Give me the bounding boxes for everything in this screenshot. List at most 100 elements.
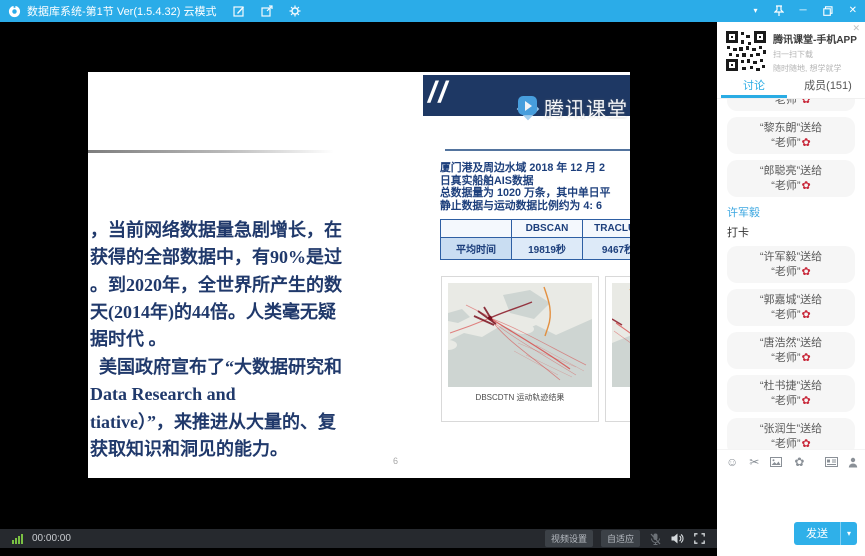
chat-message-text: 打卡 [727,226,855,240]
pin-icon[interactable] [774,5,784,17]
trajectory-map-box-2 [605,276,630,422]
gift-sender-line: “郭嘉城”送给 [731,293,851,308]
gift-message-bubble: “老师”✿ [727,99,855,111]
sidebar-tabs: 讨论 成员(151) [717,76,865,99]
member-card-icon[interactable] [825,457,838,467]
gift-recipient-line: “老师”✿ [731,308,851,323]
titlebar-dropdown-caret-icon[interactable]: ▾ [754,0,758,22]
gift-sender-line: “唐浩然”送给 [731,336,851,351]
tencent-classroom-logo-icon [516,95,541,120]
auto-fit-button[interactable]: 自适应 [601,530,640,547]
gift-recipient-text: “老师” [771,99,800,106]
speaker-icon[interactable] [671,533,684,544]
map-caption: DBSCDTN 运动轨迹结果 [442,392,598,403]
slide-text-line: 美国政府宣布了“大数据研究和 [90,354,440,381]
promo-subtitle-1: 扫一扫下载 [773,49,857,60]
ais-text-line: 厦门港及周边水域 2018 年 12 月 2 [440,162,630,175]
gift-message-bubble: “郎聪亮”送给“老师”✿ [727,160,855,197]
rose-icon: ✿ [802,395,811,407]
gift-message-bubble: “张润生”送给“老师”✿ [727,418,855,449]
gift-recipient-line: “老师”✿ [731,437,851,449]
send-button[interactable]: 发送 [794,522,840,545]
slide-text-lines: ，当前网络数据量急剧增长，在获得的全部数据中，有90%是过。到2020年，全世界… [90,217,440,464]
settings-gear-icon[interactable] [289,5,301,17]
gift-sender-line: “黎东朗”送给 [731,121,851,136]
trajectory-map-box-1: DBSCDTN 运动轨迹结果 [441,276,599,422]
video-settings-button[interactable]: 视频设置 [545,530,593,547]
emoji-icon[interactable]: ☺ [726,456,738,468]
promo-title: 腾讯课堂-手机APP [773,31,857,46]
send-options-caret-icon[interactable]: ▾ [840,522,857,545]
app-window: 数据库系统-第1节 Ver(1.5.4.32) 云模式 ▾ ─ ✕ // [0,0,865,556]
qr-code-image [725,30,767,72]
maximize-button[interactable] [823,6,833,16]
gift-sender-line: “许军毅”送给 [731,250,851,265]
table-row: 平均时间19819秒9467秒 [441,238,631,260]
promo-subtitle-2: 随时随地, 想学就学 [773,63,857,74]
presentation-slide: // 腾讯课堂 ，当前网络数据量急剧增长，在获得的全部数据中，有90%是过。到2… [88,72,630,478]
close-button[interactable]: ✕ [849,0,857,22]
network-signal-icon [12,534,24,544]
gift-sender-line: “张润生”送给 [731,422,851,437]
sidebar: 腾讯课堂-手机APP 扫一扫下载 随时随地, 想学就学 ✕ 讨论 成员(151)… [717,22,865,556]
share-icon[interactable] [261,5,273,17]
rose-icon: ✿ [802,137,811,149]
gift-recipient-text: “老师” [771,438,800,449]
rose-icon: ✿ [802,309,811,321]
chat-message-plain: 许军毅打卡 [727,206,855,240]
gift-recipient-line: “老师”✿ [731,351,851,366]
minimize-button[interactable]: ─ [800,0,807,22]
promo-close-icon[interactable]: ✕ [852,23,860,34]
chat-input[interactable] [717,474,865,518]
tab-discussion[interactable]: 讨论 [717,76,791,98]
rose-icon: ✿ [802,180,811,192]
edit-note-icon[interactable] [233,5,245,17]
app-promo: 腾讯课堂-手机APP 扫一扫下载 随时随地, 想学就学 ✕ [717,22,865,76]
player-control-bar: 00:00:00 视频设置 自适应 [0,529,717,548]
table-cell: 平均时间 [441,238,512,260]
table-cell: 19819秒 [512,238,583,260]
chat-sender-name: 许军毅 [727,206,855,220]
image-upload-icon[interactable] [770,457,782,467]
gift-sender-line: “杜书捷”送给 [731,379,851,394]
table-header-cell: DBSCAN [512,220,583,238]
app-logo-icon [8,5,21,18]
ais-text-line: 日真实船舶AIS数据 [440,175,630,188]
send-row: 发送 ▾ [717,518,865,556]
gift-recipient-text: “老师” [771,309,800,321]
chat-message-list[interactable]: “老师”✿“黎东朗”送给“老师”✿“郎聪亮”送给“老师”✿许军毅打卡“许军毅”送… [717,99,865,449]
elapsed-time: 00:00:00 [32,533,71,544]
slide-text-line: 获得的全部数据中，有90%是过 [90,244,440,271]
slide-slash-mark: // [428,76,449,110]
gift-flower-icon[interactable]: ✿ [794,456,804,468]
gift-sender-line: “郎聪亮”送给 [731,164,851,179]
member-person-icon[interactable] [848,457,858,468]
rose-icon: ✿ [802,438,811,449]
slide-right-panel: 厦门港及周边水域 2018 年 12 月 2日真实船舶AIS数据总数据量为 10… [440,162,630,260]
titlebar: 数据库系统-第1节 Ver(1.5.4.32) 云模式 ▾ ─ ✕ [0,0,865,22]
gift-message-bubble: “唐浩然”送给“老师”✿ [727,332,855,369]
gift-recipient-text: “老师” [771,137,800,149]
video-stage: // 腾讯课堂 ，当前网络数据量急剧增长，在获得的全部数据中，有90%是过。到2… [0,22,717,556]
slide-page-number: 6 [393,456,398,466]
rose-icon: ✿ [802,352,811,364]
table-header-row: DBSCANTRACLUS [441,220,631,238]
gift-message-bubble: “郭嘉城”送给“老师”✿ [727,289,855,326]
tab-members[interactable]: 成员(151) [791,76,865,98]
slide-text-line: Data Research and [90,381,440,408]
gift-recipient-line: “老师”✿ [731,179,851,194]
gift-recipient-text: “老师” [771,180,800,192]
gift-recipient-text: “老师” [771,352,800,364]
watermark: 腾讯课堂 [516,93,628,122]
gift-recipient-line: “老师”✿ [731,394,851,409]
screenshot-scissors-icon[interactable]: ✂ [749,456,759,468]
trajectory-map-image [448,283,592,387]
table-cell: 9467秒 [583,238,631,260]
watermark-text: 腾讯课堂 [544,93,628,122]
gift-message-bubble: “许军毅”送给“老师”✿ [727,246,855,283]
fullscreen-icon[interactable] [694,533,705,544]
microphone-muted-icon[interactable] [650,533,661,545]
slide-text-line: 。到2020年，全世界所产生的数 [90,272,440,299]
gift-recipient-line: “老师”✿ [731,136,851,151]
slide-text-line: tiative）”，来推进从大量的、复 [90,409,440,436]
